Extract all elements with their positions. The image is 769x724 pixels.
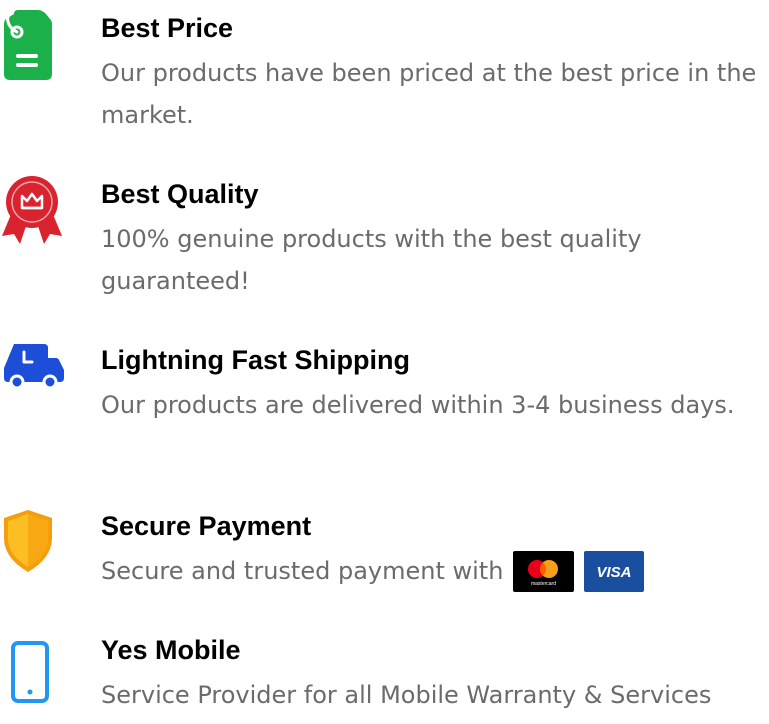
feature-title: Secure Payment xyxy=(101,511,312,541)
feature-description: Our products have been priced at the bes… xyxy=(101,59,757,129)
visa-logo: VISA xyxy=(584,551,645,592)
feature-fast-shipping: Lightning Fast Shipping Our products are… xyxy=(0,344,769,464)
feature-best-quality: Best Quality 100% genuine products with … xyxy=(0,176,769,298)
feature-best-price: Best Price Our products have been priced… xyxy=(0,10,769,132)
mobile-phone-icon xyxy=(0,634,64,703)
payment-line: Secure and trusted payment with masterca… xyxy=(101,550,645,592)
feature-description: 100% genuine products with the best qual… xyxy=(101,225,642,295)
feature-title: Best Quality xyxy=(101,179,259,209)
price-tag-icon xyxy=(0,10,64,80)
mastercard-logo: mastercard xyxy=(513,551,575,592)
feature-description: Our products are delivered within 3-4 bu… xyxy=(101,391,735,419)
feature-yes-mobile: Yes Mobile Service Provider for all Mobi… xyxy=(0,634,769,724)
feature-title: Lightning Fast Shipping xyxy=(101,345,410,375)
feature-title: Best Price xyxy=(101,13,234,43)
feature-description: Service Provider for all Mobile Warranty… xyxy=(101,681,712,709)
svg-text:VISA: VISA xyxy=(597,564,632,581)
feature-title: Yes Mobile xyxy=(101,635,241,665)
svg-text:mastercard: mastercard xyxy=(531,581,556,587)
feature-description: Secure and trusted payment with xyxy=(101,557,504,585)
delivery-truck-icon xyxy=(0,344,64,408)
feature-secure-payment: Secure Payment Secure and trusted paymen… xyxy=(0,510,769,610)
quality-badge-icon xyxy=(0,176,64,244)
shield-icon xyxy=(0,510,64,574)
